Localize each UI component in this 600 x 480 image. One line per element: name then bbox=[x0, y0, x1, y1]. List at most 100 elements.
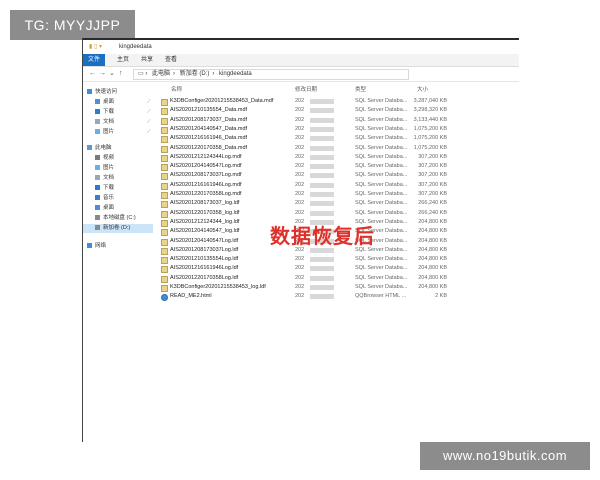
database-file-icon bbox=[161, 99, 168, 106]
file-name: AIS20201210135554_Data.mdf bbox=[170, 107, 248, 114]
pin-icon[interactable]: ⟋ bbox=[147, 109, 151, 115]
file-row[interactable]: AIS20201208173037_log.ldf 202 SQL Server D… bbox=[161, 199, 451, 209]
nav-label: 网络 bbox=[95, 243, 107, 249]
breadcrumb-pc[interactable]: 此电脑 bbox=[152, 71, 170, 77]
network-icon bbox=[87, 243, 92, 249]
forward-arrow-icon[interactable]: → bbox=[99, 67, 106, 81]
nav-item-pc-documents[interactable]: 文档 bbox=[95, 174, 114, 183]
nav-item-pc-desktop[interactable]: 桌面 bbox=[95, 204, 114, 213]
file-row[interactable]: K3DBConfiger20201215538453_log.ldf 202 SQL… bbox=[161, 283, 451, 292]
nav-item-downloads[interactable]: 下载 bbox=[95, 108, 114, 117]
nav-label: 此电脑 bbox=[95, 145, 112, 151]
file-row[interactable]: AIS20201220170358_log.ldf 202 SQL Server D… bbox=[161, 209, 451, 218]
database-file-icon bbox=[161, 173, 168, 181]
file-size: 307,200 KB bbox=[418, 191, 447, 197]
file-row[interactable]: AIS20201208173037Log.mdf 202 SQL Server Da… bbox=[161, 171, 451, 181]
redacted-date-blur bbox=[310, 210, 334, 216]
nav-label: 本地磁盘 (C:) bbox=[103, 215, 136, 221]
tab-file[interactable]: 文件 bbox=[83, 54, 105, 66]
column-header-date[interactable]: 修改日期 bbox=[295, 85, 317, 95]
pin-icon[interactable]: ⟋ bbox=[147, 129, 151, 135]
redacted-date-blur bbox=[310, 145, 334, 151]
file-size: 1,075,200 KB bbox=[413, 135, 447, 142]
file-row[interactable]: AIS20201216161946Log.ldf 202 SQL Server Da… bbox=[161, 264, 451, 274]
database-file-icon bbox=[161, 145, 168, 153]
breadcrumb-folder[interactable]: kingdeedata bbox=[219, 71, 252, 77]
redacted-date-blur bbox=[310, 182, 334, 188]
nav-label: 下载 bbox=[103, 185, 115, 191]
breadcrumb-drive[interactable]: 新加卷 (D:) bbox=[180, 71, 210, 77]
picture-icon bbox=[95, 165, 100, 171]
file-date: 202 bbox=[295, 274, 305, 281]
database-file-icon bbox=[161, 247, 168, 255]
file-date: 202 bbox=[295, 107, 305, 114]
tab-view[interactable]: 查看 bbox=[165, 54, 177, 66]
file-date: 202 bbox=[295, 191, 305, 197]
file-size: 204,800 KB bbox=[418, 284, 447, 290]
column-header-type[interactable]: 类型 bbox=[355, 85, 366, 95]
tab-home[interactable]: 主页 bbox=[117, 54, 129, 66]
redacted-date-blur bbox=[310, 154, 334, 160]
file-name: AIS20201204140547Log.ldf bbox=[170, 237, 239, 244]
database-file-icon bbox=[161, 210, 168, 218]
redacted-date-blur bbox=[310, 275, 334, 281]
file-row[interactable]: AIS20201216161946_Data.mdf 202 SQL Server … bbox=[161, 134, 451, 144]
file-size: 307,200 KB bbox=[418, 163, 447, 170]
database-file-icon bbox=[161, 182, 168, 190]
nav-label: 桌面 bbox=[103, 99, 115, 105]
file-row[interactable]: AIS20201220170358Log.ldf 202 SQL Server Da… bbox=[161, 274, 451, 283]
file-row[interactable]: AIS20201210135554Log.ldf 202 SQL Server Da… bbox=[161, 255, 451, 265]
video-icon bbox=[95, 155, 100, 161]
database-file-icon bbox=[161, 126, 168, 134]
column-header-name[interactable]: 名称 bbox=[171, 85, 182, 95]
file-row[interactable]: AIS20201210135554_Data.mdf 202 SQL Server … bbox=[161, 106, 451, 116]
file-row[interactable]: K3DBConfiger20201215538453_Data.mdf 202 SQ… bbox=[161, 97, 451, 106]
file-row[interactable]: AIS20201212124344Log.mdf 202 SQL Server Da… bbox=[161, 153, 451, 162]
computer-icon bbox=[87, 145, 92, 151]
nav-item-videos[interactable]: 视频 bbox=[95, 154, 114, 163]
file-date: 202 bbox=[295, 209, 305, 216]
pin-icon[interactable]: ⟋ bbox=[147, 99, 151, 105]
file-name: AIS20201204140547Log.mdf bbox=[170, 163, 242, 170]
file-name: READ_ME2.html bbox=[170, 293, 212, 300]
file-row[interactable]: AIS20201216161946Log.mdf 202 SQL Server Da… bbox=[161, 181, 451, 190]
redacted-date-blur bbox=[310, 164, 334, 170]
nav-item-desktop[interactable]: 桌面 bbox=[95, 98, 114, 107]
nav-this-pc[interactable]: 此电脑 bbox=[87, 144, 112, 153]
database-file-icon bbox=[161, 108, 168, 116]
file-row[interactable]: AIS20201204140547Log.mdf 202 SQL Server Da… bbox=[161, 162, 451, 172]
tab-share[interactable]: 共享 bbox=[141, 54, 153, 66]
recent-dropdown-icon[interactable]: ⌄ bbox=[109, 67, 115, 81]
nav-label: 文档 bbox=[103, 119, 115, 125]
column-header-size[interactable]: 大小 bbox=[417, 85, 428, 95]
redacted-date-blur bbox=[310, 136, 334, 142]
address-bar[interactable]: ▭ › 此电脑 › 新加卷 (D:) › kingdeedata bbox=[133, 69, 409, 80]
nav-item-pictures[interactable]: 图片 bbox=[95, 128, 114, 137]
quick-access-toolbar-icon[interactable]: ▮ ▯ ▾ bbox=[89, 40, 102, 54]
file-row[interactable]: AIS20201220170358Log.mdf 202 SQL Server Da… bbox=[161, 190, 451, 199]
file-row[interactable]: AIS20201208173037_Data.mdf 202 SQL Server … bbox=[161, 116, 451, 125]
nav-quick-access[interactable]: 快速访问 bbox=[87, 88, 117, 97]
address-bar-row: ← → ⌄ ↑ ▭ › 此电脑 › 新加卷 (D:) › kingdeedata bbox=[83, 67, 519, 82]
nav-network[interactable]: 网络 bbox=[87, 242, 106, 251]
nav-item-pc-pictures[interactable]: 图片 bbox=[95, 164, 114, 173]
nav-item-pc-downloads[interactable]: 下载 bbox=[95, 184, 114, 193]
browser-file-icon bbox=[161, 294, 168, 302]
file-row[interactable]: AIS20201204140547_Data.mdf 202 SQL Server … bbox=[161, 125, 451, 134]
nav-item-music[interactable]: 音乐 bbox=[95, 194, 114, 203]
file-size: 204,800 KB bbox=[418, 228, 447, 235]
up-arrow-icon[interactable]: ↑ bbox=[119, 67, 123, 81]
file-size: 3,298,320 KB bbox=[413, 107, 447, 114]
nav-item-documents[interactable]: 文档 bbox=[95, 118, 114, 127]
nav-item-drive-c[interactable]: 本地磁盘 (C:) bbox=[95, 214, 136, 223]
database-file-icon bbox=[161, 117, 168, 125]
file-size: 204,800 KB bbox=[418, 274, 447, 281]
file-size: 204,800 KB bbox=[418, 246, 447, 253]
file-row[interactable]: AIS20201220170358_Data.mdf 202 SQL Server … bbox=[161, 144, 451, 153]
nav-item-drive-d[interactable]: 新加卷 (D:) bbox=[83, 224, 153, 233]
nav-label: 图片 bbox=[103, 129, 115, 135]
file-row[interactable]: READ_ME2.html 202 QQBrowser HTML ... 2 KB bbox=[161, 292, 451, 302]
pin-icon[interactable]: ⟋ bbox=[147, 119, 151, 125]
back-arrow-icon[interactable]: ← bbox=[89, 67, 96, 81]
redacted-date-blur bbox=[310, 173, 334, 179]
